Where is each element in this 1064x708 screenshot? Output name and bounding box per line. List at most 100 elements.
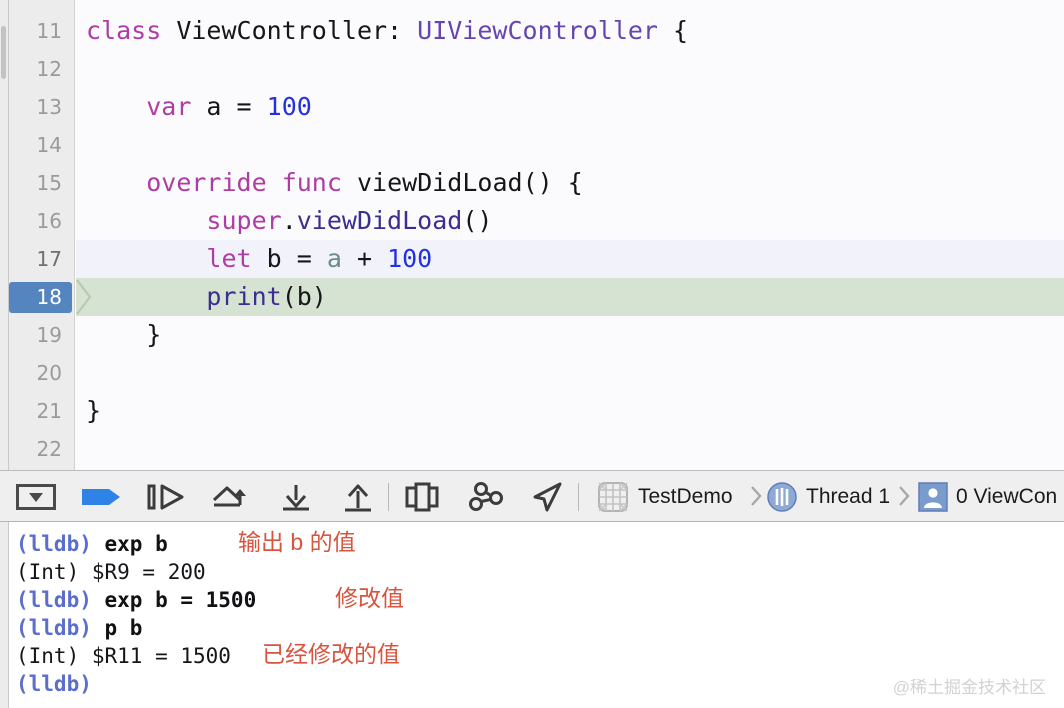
breadcrumb-process-label: TestDemo xyxy=(638,485,733,508)
code-token: func xyxy=(281,168,342,197)
code-token: () { xyxy=(522,168,583,197)
line-number[interactable]: 19 xyxy=(0,316,62,354)
line-number[interactable]: 22 xyxy=(0,430,62,468)
xcode-debug-screen: 11 class ViewController: UIViewController… xyxy=(0,0,1064,708)
step-over-button[interactable] xyxy=(146,482,186,512)
breadcrumb-process[interactable]: TestDemo xyxy=(596,482,733,512)
code-text: let b = a + 100 xyxy=(86,240,432,278)
lldb-result: (Int) $R9 = 200 xyxy=(16,560,206,584)
location-arrow-icon xyxy=(533,482,562,512)
lldb-prompt: (lldb) xyxy=(16,588,92,612)
code-line[interactable]: 22 xyxy=(0,430,1064,468)
code-token: ViewController xyxy=(176,16,388,45)
console-line: (Int) $R11 = 1500 xyxy=(16,642,231,670)
debug-view-hierarchy-button[interactable] xyxy=(404,482,440,512)
code-line[interactable]: 16 super.viewDidLoad() xyxy=(0,202,1064,240)
step-out-icon xyxy=(283,485,309,511)
memory-graph-icon xyxy=(469,482,503,511)
code-token: UIViewController xyxy=(417,16,658,45)
code-line[interactable]: 12 xyxy=(0,50,1064,88)
code-token: { xyxy=(657,16,689,45)
code-token: viewDidLoad xyxy=(356,168,523,197)
code-token: print xyxy=(206,282,282,311)
breadcrumb-thread-label: Thread 1 xyxy=(806,485,891,508)
breadcrumb-frame-label: 0 ViewCon xyxy=(956,485,1058,508)
code-line[interactable]: 15 override func viewDidLoad() { xyxy=(0,164,1064,202)
lldb-command: p b xyxy=(91,616,143,640)
code-token: override xyxy=(146,168,267,197)
lldb-result: (Int) $R11 = 1500 xyxy=(16,644,231,668)
line-number[interactable]: 12 xyxy=(0,50,62,88)
line-number[interactable]: 17 xyxy=(0,240,62,278)
lldb-command: exp b xyxy=(91,532,168,556)
code-token: } xyxy=(86,396,102,425)
code-text: } xyxy=(86,392,101,430)
watermark: @稀土掘金技术社区 xyxy=(892,678,1046,697)
code-line[interactable]: 19 } xyxy=(0,316,1064,354)
code-token: (b) xyxy=(281,282,327,311)
code-token: b = xyxy=(251,244,327,273)
code-token: + xyxy=(341,244,388,273)
code-token: 100 xyxy=(387,244,433,273)
code-text: super.viewDidLoad() xyxy=(86,202,492,240)
code-token: . xyxy=(281,206,297,235)
continue-program-button[interactable] xyxy=(80,482,122,512)
code-token: let xyxy=(206,244,252,273)
view-hierarchy-icon xyxy=(405,482,439,512)
code-text: override func viewDidLoad() { xyxy=(86,164,583,202)
code-token: class xyxy=(86,16,162,45)
line-number[interactable]: 14 xyxy=(0,126,62,164)
debug-memory-graph-button[interactable] xyxy=(468,482,508,512)
code-line[interactable]: 11 class ViewController: UIViewController… xyxy=(0,12,1064,50)
annotation-text: 已经修改的值 xyxy=(262,641,400,667)
step-into-button[interactable] xyxy=(210,482,254,512)
code-token: a = xyxy=(191,92,267,121)
line-number[interactable]: 15 xyxy=(0,164,62,202)
thread-icon xyxy=(767,482,797,512)
line-number[interactable]: 16 xyxy=(0,202,62,240)
code-line[interactable]: 13 var a = 100 xyxy=(0,88,1064,126)
line-number[interactable]: 11 xyxy=(0,12,62,50)
console-left-rail xyxy=(0,522,9,708)
step-out-of-frame-button[interactable] xyxy=(340,482,376,512)
step-into-icon xyxy=(212,486,246,507)
process-grid-icon xyxy=(598,482,628,512)
step-out-button[interactable] xyxy=(278,482,314,512)
breakpoint-line-number[interactable]: 18 xyxy=(9,282,72,313)
code-line[interactable]: 20 xyxy=(0,354,1064,392)
console-line: (lldb) p b xyxy=(16,614,142,642)
code-token: a xyxy=(326,244,342,273)
panel-collapse-icon xyxy=(16,484,56,510)
code-token: super xyxy=(206,206,282,235)
code-line[interactable]: 14 xyxy=(0,126,1064,164)
line-number[interactable]: 13 xyxy=(0,88,62,126)
source-editor[interactable]: 11 class ViewController: UIViewController… xyxy=(0,0,1064,470)
stack-frame-icon xyxy=(918,482,948,512)
toolbar-divider-2 xyxy=(578,483,579,511)
line-number-label: 18 xyxy=(36,285,62,309)
code-line[interactable]: 17 let b = a + 100 xyxy=(0,240,1064,278)
breadcrumb-stack-frame[interactable]: 0 ViewCon xyxy=(918,482,1057,512)
breadcrumb-thread[interactable]: Thread 1 xyxy=(766,482,890,512)
step-over-icon xyxy=(147,484,184,510)
lldb-prompt: (lldb) xyxy=(16,532,92,556)
simulate-location-button[interactable] xyxy=(530,482,566,512)
annotation-text: 输出 b 的值 xyxy=(238,529,356,555)
hide-debug-area-button[interactable] xyxy=(16,482,56,512)
code-token: var xyxy=(146,92,192,121)
code-line[interactable]: 21} xyxy=(0,392,1064,430)
code-token: () xyxy=(462,206,493,235)
step-out-frame-icon xyxy=(345,484,371,512)
lldb-command: exp b = 1500 xyxy=(91,588,257,612)
code-text: var a = 100 xyxy=(86,88,312,126)
code-token: 100 xyxy=(266,92,312,121)
annotation-text: 修改值 xyxy=(335,585,404,611)
line-number[interactable]: 20 xyxy=(0,354,62,392)
code-line[interactable]: 18 print(b) xyxy=(0,278,1064,316)
debug-console[interactable]: (lldb) exp b (Int) $R9 = 200 (lldb) exp b … xyxy=(0,522,1064,708)
code-text: class ViewController: UIViewController { xyxy=(86,12,688,50)
line-number[interactable]: 21 xyxy=(0,392,62,430)
